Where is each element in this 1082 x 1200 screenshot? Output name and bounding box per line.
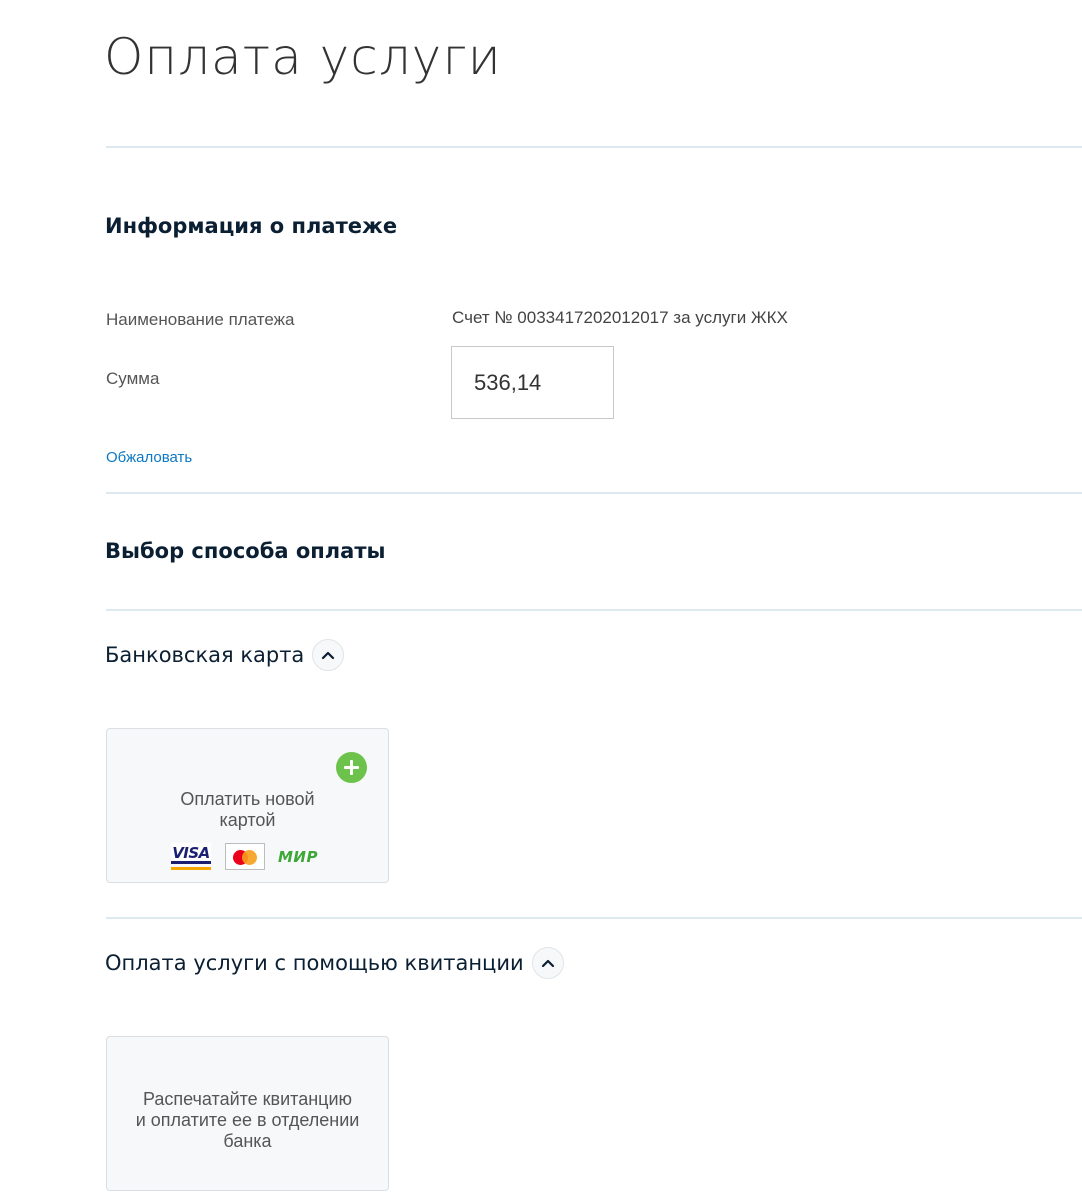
divider xyxy=(106,917,1082,919)
payment-method-heading: Выбор способа оплаты xyxy=(105,539,386,563)
receipt-option[interactable]: Распечатайте квитанцию и оплатите ее в о… xyxy=(106,1036,389,1191)
mir-logo: МИР xyxy=(278,847,318,866)
payment-page: Оплата услуги Информация о платеже Наиме… xyxy=(0,0,1082,1200)
divider xyxy=(106,146,1082,148)
page-title: Оплата услуги xyxy=(104,28,502,86)
plus-circle-icon xyxy=(336,752,367,783)
receipt-heading: Оплата услуги с помощью квитанции xyxy=(105,951,524,975)
bank-card-heading: Банковская карта xyxy=(105,643,305,667)
visa-logo: VISA xyxy=(171,843,211,870)
payment-name-label: Наименование платежа xyxy=(106,310,295,329)
appeal-link[interactable]: Обжаловать xyxy=(106,449,192,466)
bank-card-collapse-button[interactable] xyxy=(312,639,345,671)
payment-name-value: Счет № 0033417202012017 за услуги ЖКХ xyxy=(452,308,788,327)
divider xyxy=(106,492,1082,494)
card-logos: VISA МИР xyxy=(171,843,318,870)
chevron-up-icon xyxy=(541,959,554,968)
bank-card-section-header: Банковская карта xyxy=(105,639,345,671)
mastercard-logo xyxy=(225,843,265,870)
divider xyxy=(106,609,1082,611)
amount-field[interactable] xyxy=(451,346,614,419)
chevron-up-icon xyxy=(322,651,335,660)
amount-label: Сумма xyxy=(106,369,160,388)
payment-info-heading: Информация о платеже xyxy=(105,214,398,238)
receipt-label: Распечатайте квитанцию и оплатите ее в о… xyxy=(135,1089,360,1151)
new-card-option[interactable]: Оплатить новой картой VISA МИР xyxy=(106,728,389,883)
new-card-label: Оплатить новой картой xyxy=(180,789,315,830)
receipt-section-header: Оплата услуги с помощью квитанции xyxy=(105,947,564,979)
receipt-collapse-button[interactable] xyxy=(531,947,564,979)
